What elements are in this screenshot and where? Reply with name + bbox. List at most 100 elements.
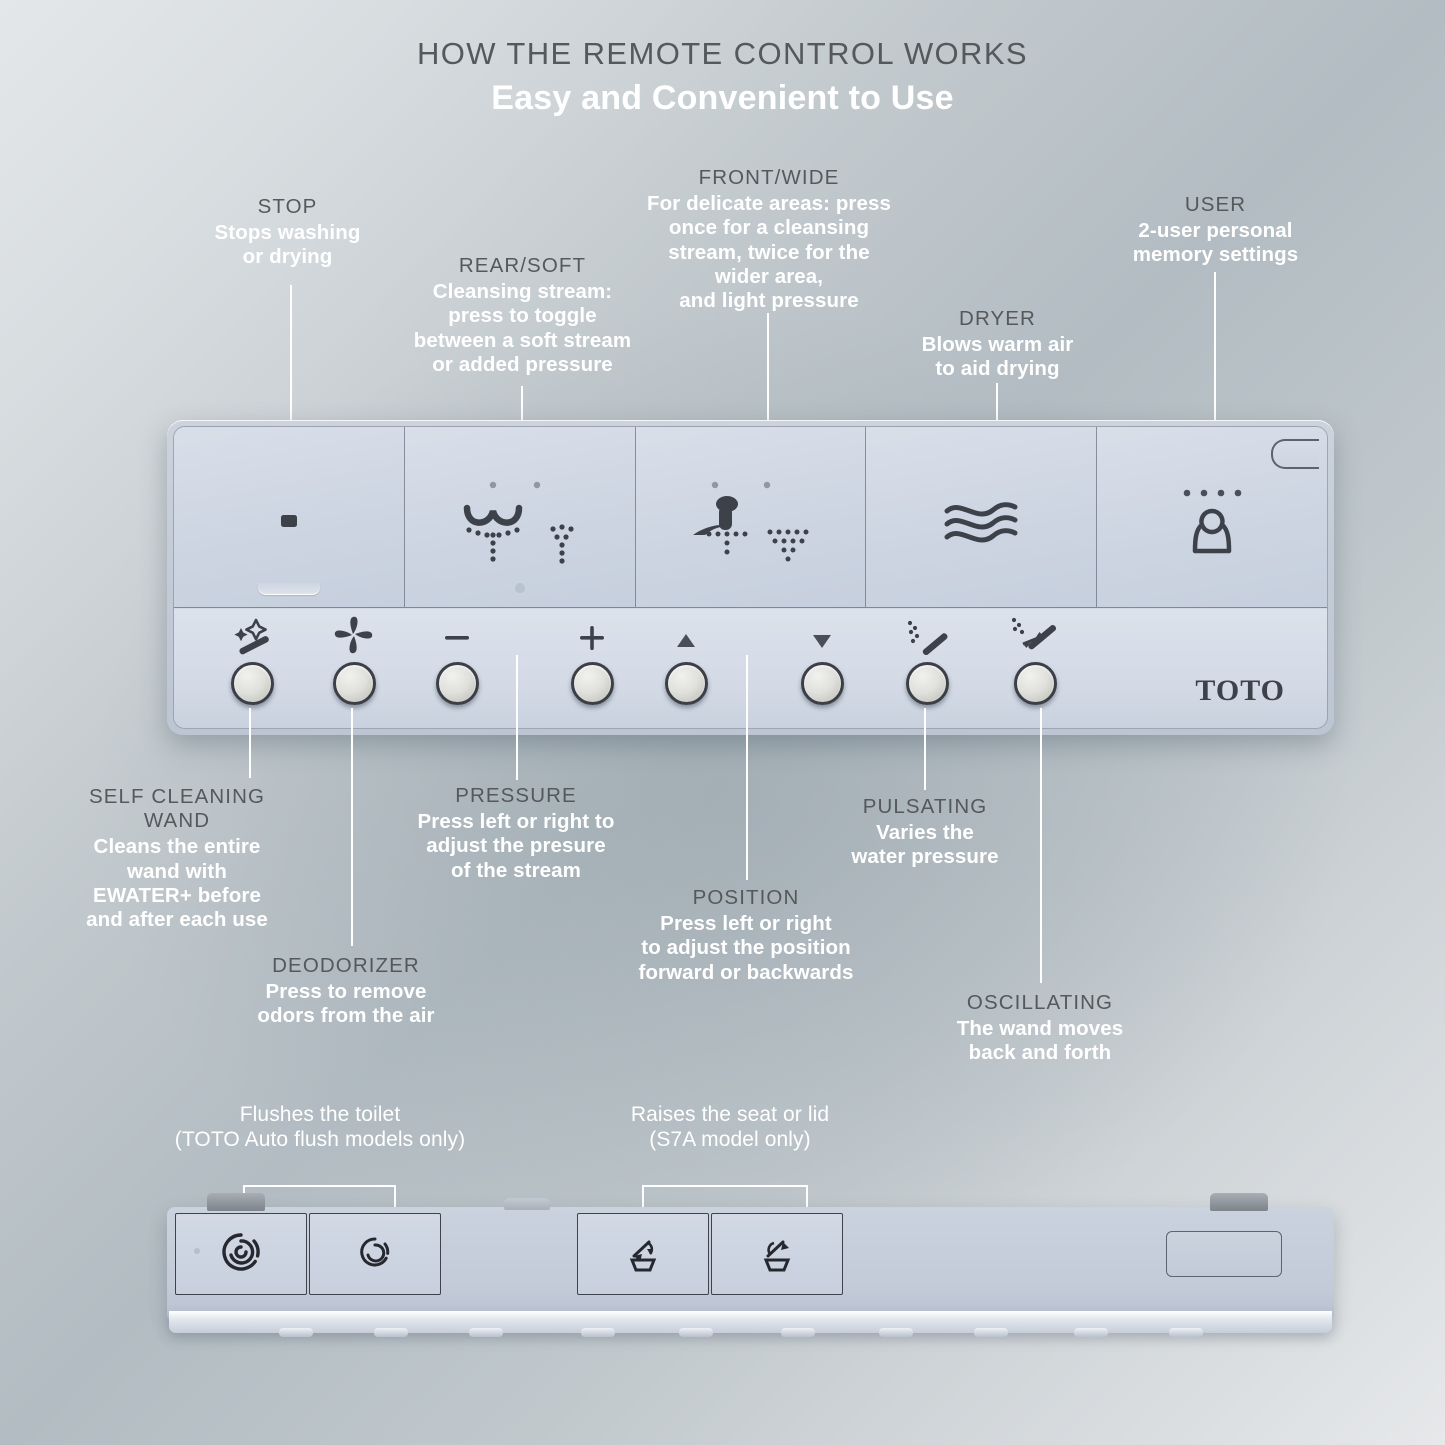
edge-button-flush-full[interactable] [175, 1213, 307, 1295]
button-stop[interactable] [174, 427, 405, 608]
triangle-up-icon [671, 621, 701, 655]
front-wide-spray-icon [675, 475, 825, 572]
callout-front-wide: FRONT/WIDE For delicate areas: press onc… [638, 166, 900, 313]
callout-user-heading: USER [1184, 193, 1247, 216]
callout-flush-line1: Flushes the toilet [239, 1103, 401, 1126]
edge-button-raise-lid[interactable] [711, 1213, 843, 1295]
callout-rear-soft-heading: REAR/SOFT [458, 254, 587, 277]
edge-button-strip [175, 1213, 1326, 1297]
callout-pressure-body: Press left or right to adjust the presur… [417, 810, 615, 882]
flush-spiral-large-icon [218, 1229, 264, 1280]
callout-seat-lid: Raises the seat or lid (S7A model only) [605, 1103, 855, 1153]
remote-control-front: TOTO [167, 420, 1334, 735]
callout-pressure-heading: PRESSURE [455, 784, 577, 807]
edge-button-flush-light[interactable] [309, 1213, 441, 1295]
knob-position-up[interactable] [664, 662, 708, 705]
remote-face: TOTO [173, 426, 1328, 729]
edge-foot [679, 1328, 713, 1337]
user-person-icon [1157, 481, 1267, 566]
edge-foot [1169, 1328, 1203, 1337]
oscillating-wand-icon [1009, 617, 1061, 655]
edge-foot [1074, 1328, 1108, 1337]
leader-pulsating [924, 708, 926, 790]
leader-deodorizer [351, 708, 353, 946]
edge-knob-mid [504, 1198, 550, 1210]
leader-oscillating [1040, 708, 1042, 983]
rear-soft-spray-icon [445, 475, 595, 572]
edge-side-plate [1166, 1231, 1282, 1277]
edge-foot [469, 1328, 503, 1337]
remote-top-button-row [174, 427, 1327, 608]
edge-foot [374, 1328, 408, 1337]
callout-position-body: Press left or right to adjust the positi… [638, 912, 854, 984]
button-user[interactable] [1097, 427, 1327, 608]
edge-foot [974, 1328, 1008, 1337]
button-pressure-up[interactable] [549, 621, 635, 705]
raise-lid-icon [755, 1230, 799, 1279]
infographic-stage: HOW THE REMOTE CONTROL WORKS Easy and Co… [0, 0, 1445, 1445]
callout-self-cleaning-wand-heading: SELF CLEANING WAND [88, 785, 266, 833]
callout-front-wide-heading: FRONT/WIDE [698, 166, 840, 189]
sparkle-wand-icon [226, 618, 278, 655]
callout-dryer-heading: DRYER [959, 307, 1036, 330]
button-self-cleaning-wand[interactable] [209, 618, 295, 705]
edge-foot [879, 1328, 913, 1337]
callout-deodorizer: DEODORIZER Press to remove odors from th… [232, 954, 460, 1029]
callout-oscillating: OSCILLATING The wand moves back and fort… [950, 991, 1130, 1066]
callout-self-cleaning-wand: SELF CLEANING WAND Cleans the entire wan… [62, 785, 292, 932]
knob-pressure-down[interactable] [435, 662, 479, 705]
rear-soft-notch [514, 583, 525, 593]
edge-button-blank[interactable] [443, 1213, 575, 1295]
pulsating-wand-icon [903, 620, 951, 655]
edge-button-raise-seat[interactable] [577, 1213, 709, 1295]
stop-square-icon [272, 504, 306, 543]
callout-deodorizer-body: Press to remove odors from the air [257, 980, 435, 1028]
button-pulsating[interactable] [884, 620, 970, 705]
knob-position-down[interactable] [800, 662, 844, 705]
button-position-up[interactable] [643, 621, 729, 705]
callout-pulsating-heading: PULSATING [862, 795, 988, 818]
button-position-down[interactable] [779, 621, 865, 705]
remote-control-side-edge [167, 1193, 1334, 1337]
callout-oscillating-heading: OSCILLATING [966, 991, 1114, 1014]
callout-user: USER 2-user personal memory settings [1108, 193, 1323, 268]
callout-position-heading: POSITION [692, 886, 800, 909]
callout-user-body: 2-user personal memory settings [1132, 219, 1299, 267]
remote-round-button-row: TOTO [174, 609, 1327, 728]
button-oscillating[interactable] [992, 617, 1078, 705]
button-rear-soft[interactable] [404, 427, 636, 608]
button-pressure-down[interactable] [414, 621, 500, 705]
callout-self-cleaning-wand-body: Cleans the entire wand with EWATER+ befo… [86, 835, 268, 931]
button-deodorizer[interactable] [311, 616, 397, 705]
callout-oscillating-body: The wand moves back and forth [956, 1017, 1124, 1065]
knob-deodorizer[interactable] [332, 662, 376, 705]
minus-icon [440, 621, 474, 655]
edge-knob-right [1210, 1193, 1268, 1211]
callout-flush: Flushes the toilet (TOTO Auto flush mode… [160, 1103, 480, 1153]
button-dryer[interactable] [866, 427, 1098, 608]
callout-dryer-body: Blows warm air to aid drying [921, 333, 1074, 381]
knob-pressure-up[interactable] [570, 662, 614, 705]
stop-notch [257, 583, 320, 595]
raise-seat-icon [621, 1230, 665, 1279]
edge-foot [781, 1328, 815, 1337]
user-corner-tab [1270, 439, 1319, 469]
knob-self-cleaning-wand[interactable] [230, 662, 274, 705]
edge-knob-left [207, 1193, 265, 1211]
knob-pulsating[interactable] [905, 662, 949, 705]
page-subtitle: Easy and Convenient to Use [491, 79, 954, 117]
callout-flush-line2: (TOTO Auto flush models only) [174, 1127, 466, 1151]
callout-pressure: PRESSURE Press left or right to adjust t… [400, 784, 632, 883]
edge-base-strip [169, 1311, 1332, 1337]
knob-oscillating[interactable] [1013, 662, 1057, 705]
page-title: HOW THE REMOTE CONTROL WORKS [417, 36, 1028, 71]
callout-rear-soft: REAR/SOFT Cleansing stream: press to tog… [405, 254, 640, 377]
callout-stop-heading: STOP [257, 195, 318, 218]
flush-spiral-small-icon [355, 1232, 395, 1277]
callout-pulsating-body: Varies the water pressure [851, 821, 999, 869]
button-front-wide[interactable] [635, 427, 867, 608]
leader-pressure [516, 655, 518, 780]
leader-self-cleaning-wand [249, 708, 251, 778]
callout-deodorizer-heading: DEODORIZER [272, 954, 420, 977]
callout-seat-lid-line2: (S7A model only) [649, 1127, 811, 1151]
